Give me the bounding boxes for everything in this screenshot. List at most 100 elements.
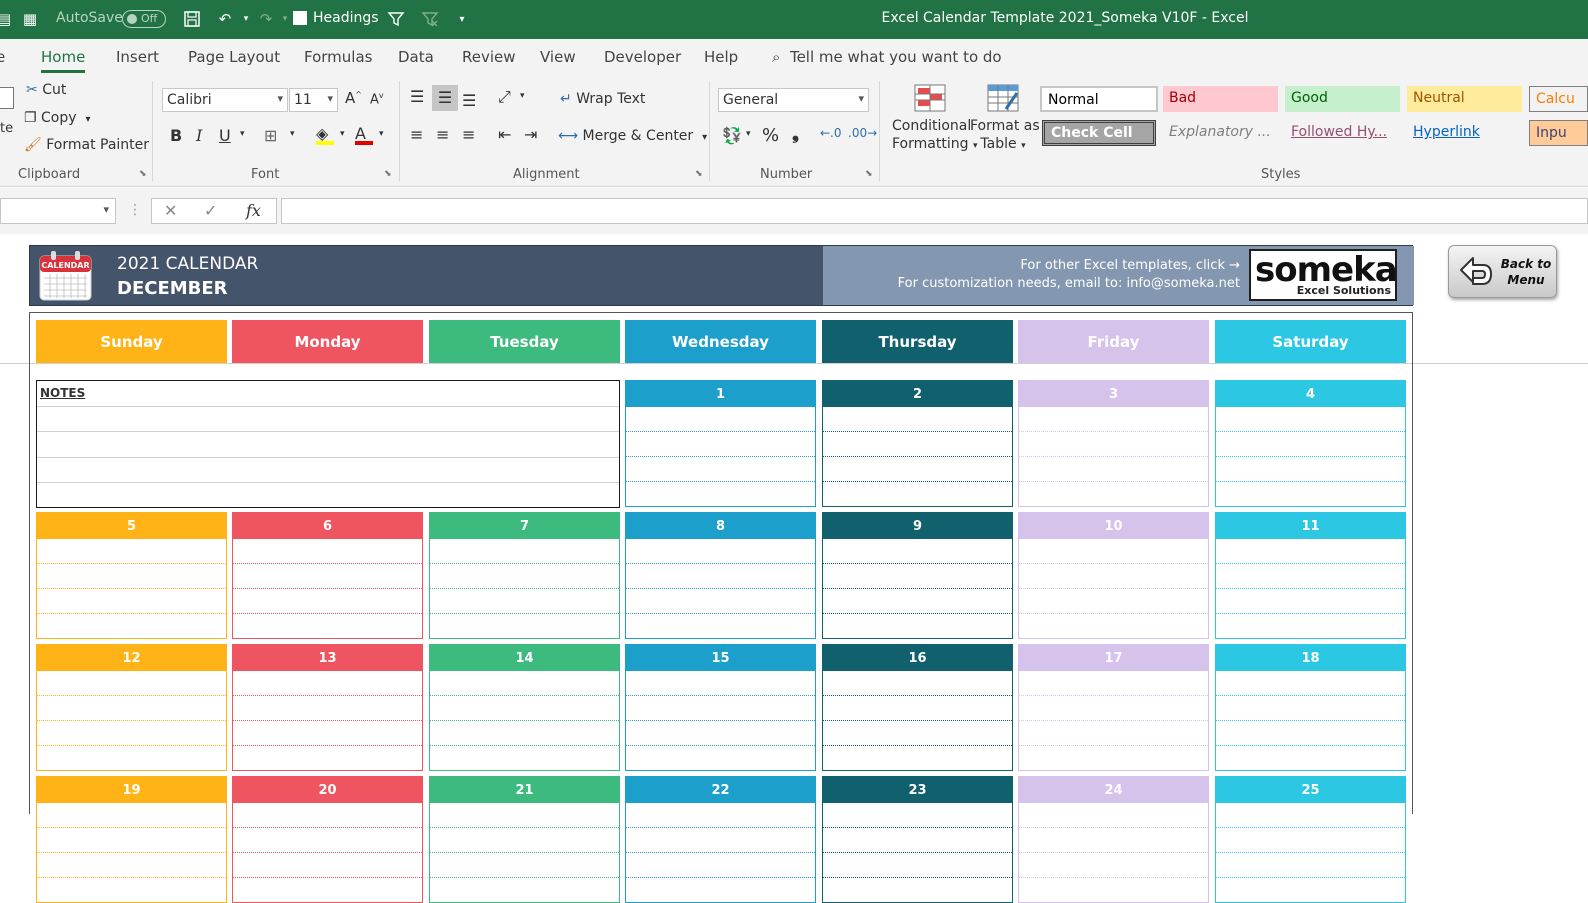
number-launcher-icon[interactable]: ⬊ — [865, 169, 873, 179]
undo-dropdown-icon[interactable]: ▾ — [236, 9, 256, 29]
save-icon[interactable] — [182, 9, 202, 29]
day-cell[interactable]: 10 — [1018, 512, 1209, 639]
name-box[interactable] — [0, 198, 116, 224]
style-check-cell[interactable]: Check Cell — [1042, 120, 1156, 146]
font-color-dropdown-icon[interactable]: ▾ — [379, 129, 384, 139]
tab-file-partial[interactable]: e — [0, 48, 5, 66]
currency-dropdown-icon[interactable]: ▾ — [746, 129, 751, 139]
day-cell[interactable]: 18 — [1215, 644, 1406, 771]
comma-button[interactable]: ❟ — [792, 123, 799, 144]
tab-page-layout[interactable]: Page Layout — [188, 48, 280, 66]
day-cell[interactable]: 23 — [822, 776, 1013, 903]
align-bottom-icon[interactable]: ☰ — [462, 91, 476, 110]
style-hyperlink[interactable]: Hyperlink — [1407, 120, 1522, 146]
worksheet[interactable]: CALENDAR 2021 CALENDAR DECEMBER For othe… — [0, 234, 1588, 903]
conditional-formatting-button[interactable]: Conditional Formatting ▾ — [892, 83, 977, 155]
cancel-icon[interactable]: ✕ — [164, 201, 177, 220]
fill-dropdown-icon[interactable]: ▾ — [340, 129, 345, 139]
notes-box[interactable]: NOTES — [36, 380, 620, 508]
orientation-icon[interactable]: ⤢ — [498, 87, 511, 107]
enter-icon[interactable]: ✓ — [204, 201, 217, 220]
underline-dropdown-icon[interactable]: ▾ — [240, 129, 245, 139]
font-launcher-icon[interactable]: ⬊ — [384, 169, 392, 179]
style-input[interactable]: Inpu — [1529, 120, 1588, 146]
formula-bar-splitter-icon[interactable]: ⋮ — [128, 202, 142, 218]
form-icon[interactable]: ▦ — [20, 9, 40, 29]
tab-help[interactable]: Help — [704, 48, 738, 66]
day-cell[interactable]: 24 — [1018, 776, 1209, 903]
decrease-indent-icon[interactable]: ⇤ — [498, 125, 511, 144]
day-cell[interactable]: 5 — [36, 512, 227, 639]
day-cell[interactable]: 7 — [429, 512, 620, 639]
align-left-icon[interactable]: ≡ — [410, 125, 423, 144]
italic-button[interactable]: I — [196, 126, 202, 145]
day-cell[interactable]: 1 — [625, 380, 816, 507]
day-cell[interactable]: 15 — [625, 644, 816, 771]
tab-insert[interactable]: Insert — [116, 48, 159, 66]
tab-review[interactable]: Review — [462, 48, 516, 66]
tab-view[interactable]: View — [540, 48, 576, 66]
style-bad[interactable]: Bad — [1163, 86, 1278, 112]
day-cell[interactable]: 14 — [429, 644, 620, 771]
day-cell[interactable]: 8 — [625, 512, 816, 639]
format-painter-button[interactable]: 🖌 Format Painter — [24, 137, 149, 153]
style-followed-hyperlink[interactable]: Followed Hy... — [1285, 120, 1400, 146]
day-cell[interactable]: 4 — [1215, 380, 1406, 507]
bold-button[interactable]: B — [170, 126, 182, 145]
day-cell[interactable]: 22 — [625, 776, 816, 903]
clear-filter-icon[interactable] — [420, 9, 440, 29]
redo-icon[interactable]: ↷ — [256, 9, 276, 29]
shrink-font-button[interactable]: Av — [370, 91, 384, 107]
format-as-table-button[interactable]: Format as Table ▾ — [970, 83, 1040, 155]
fill-color-icon[interactable]: ◈ — [316, 124, 334, 145]
style-normal[interactable]: Normal — [1040, 86, 1158, 112]
tab-home[interactable]: Home — [41, 48, 86, 73]
day-cell[interactable]: 6 — [232, 512, 423, 639]
filter-icon[interactable] — [386, 9, 406, 29]
day-cell[interactable]: 3 — [1018, 380, 1209, 507]
currency-icon[interactable]: 💱 — [722, 126, 742, 145]
number-format-select[interactable]: General — [718, 88, 869, 112]
merge-center-button[interactable]: ⟷ Merge & Center ▾ — [558, 128, 707, 144]
alignment-launcher-icon[interactable]: ⬊ — [695, 169, 703, 179]
paste-icon[interactable] — [0, 87, 14, 109]
font-color-icon[interactable]: A — [355, 124, 373, 145]
cut-button[interactable]: ✂ Cut — [26, 82, 66, 98]
day-cell[interactable]: 11 — [1215, 512, 1406, 639]
tell-me-search[interactable]: ⌕ Tell me what you want to do — [772, 48, 1002, 66]
formula-input[interactable] — [281, 198, 1588, 224]
align-center-icon[interactable]: ≡ — [436, 125, 449, 144]
back-to-menu-button[interactable]: Back to Menu — [1448, 245, 1557, 298]
decrease-decimal-icon[interactable]: .00→ — [848, 126, 877, 140]
autosave-toggle[interactable]: Off — [122, 10, 166, 28]
grow-font-button[interactable]: A^ — [345, 89, 362, 107]
day-cell[interactable]: 9 — [822, 512, 1013, 639]
font-size-select[interactable]: 11 — [289, 88, 338, 112]
wrap-text-button[interactable]: ↵ Wrap Text — [560, 91, 645, 107]
style-good[interactable]: Good — [1285, 86, 1400, 112]
borders-dropdown-icon[interactable]: ▾ — [290, 129, 295, 139]
redo-dropdown-icon[interactable]: ▾ — [275, 9, 295, 29]
day-cell[interactable]: 12 — [36, 644, 227, 771]
day-cell[interactable]: 16 — [822, 644, 1013, 771]
style-explanatory[interactable]: Explanatory ... — [1163, 120, 1278, 146]
align-middle-icon[interactable]: ☰ — [432, 85, 458, 111]
day-cell[interactable]: 13 — [232, 644, 423, 771]
day-cell[interactable]: 17 — [1018, 644, 1209, 771]
day-cell[interactable]: 19 — [36, 776, 227, 903]
customize-toolbar-icon[interactable]: ▾ — [452, 9, 472, 29]
headings-checkbox[interactable] — [293, 11, 307, 25]
templates-link[interactable]: For other Excel templates, click → — [1020, 258, 1240, 273]
increase-indent-icon[interactable]: ⇥ — [524, 125, 537, 144]
style-calculation[interactable]: Calcu — [1529, 86, 1588, 112]
underline-button[interactable]: U — [219, 126, 231, 145]
borders-icon[interactable]: ⊞ — [264, 126, 277, 145]
align-top-icon[interactable]: ☰ — [410, 87, 424, 106]
tab-formulas[interactable]: Formulas — [304, 48, 372, 66]
day-cell[interactable]: 25 — [1215, 776, 1406, 903]
tab-data[interactable]: Data — [398, 48, 434, 66]
percent-button[interactable]: % — [762, 125, 779, 146]
tab-developer[interactable]: Developer — [604, 48, 681, 66]
day-cell[interactable]: 2 — [822, 380, 1013, 507]
insert-function-button[interactable]: fx — [246, 201, 261, 220]
